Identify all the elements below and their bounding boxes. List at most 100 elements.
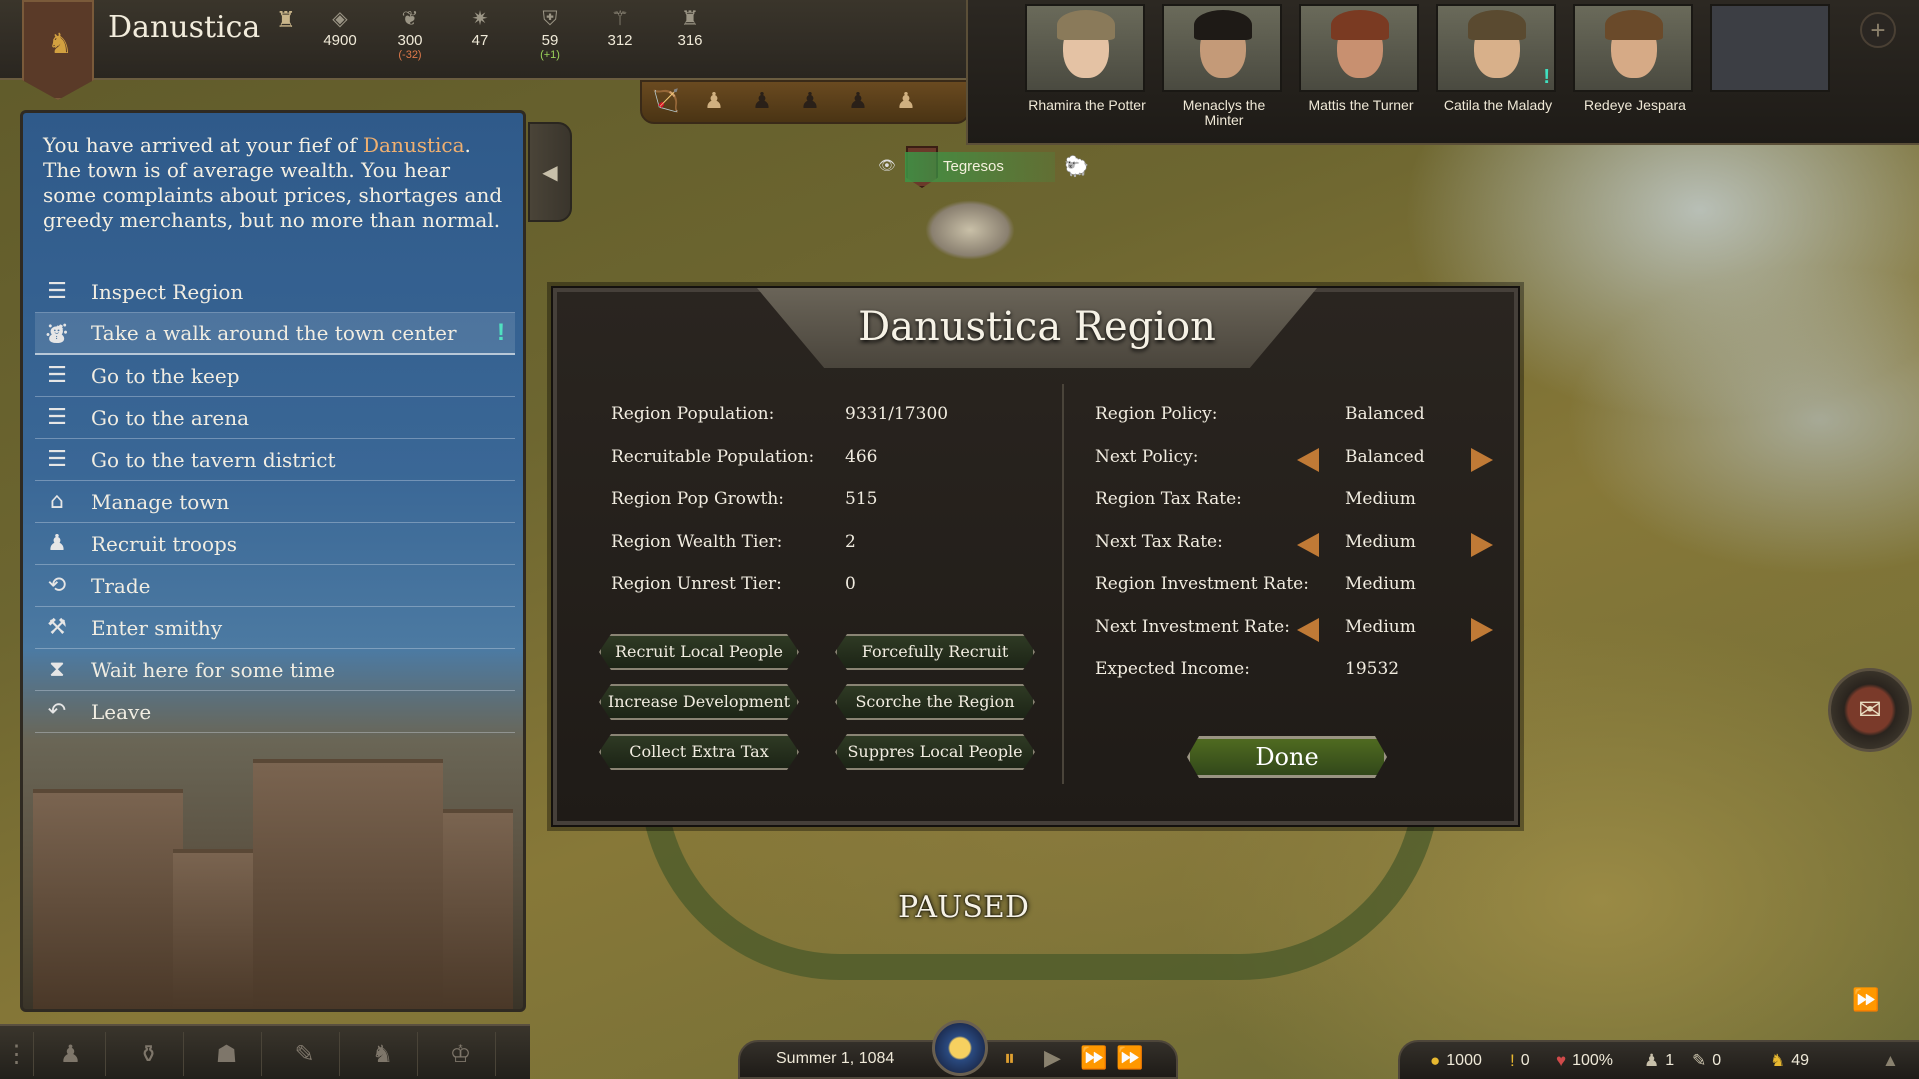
- hourglass-icon: ⧗: [49, 657, 65, 682]
- trade-icon: ⟲: [47, 573, 67, 598]
- notable-name: Rhamira the Potter: [1028, 97, 1146, 113]
- menu-item[interactable]: ☰ Go to the tavern district: [35, 439, 515, 481]
- resource-delta: (+1): [540, 49, 560, 61]
- menu-description: You have arrived at your fief of Danusti…: [43, 133, 503, 232]
- castle-icon: ♜: [276, 8, 296, 33]
- action-button[interactable]: Collect Extra Tax: [599, 734, 799, 770]
- resource-militia: ⚚ 312: [590, 4, 650, 49]
- sun-dial-icon: [932, 1020, 988, 1076]
- top-bar: ♞ Danustica ♜ ◈ 4900 ❦ 300 (-32) ✷ 47 ⛨ 59 (+1) ⚚ 3…: [0, 0, 966, 100]
- town-illustration: [23, 719, 523, 1009]
- resource-garrison: ♜ 316: [660, 4, 720, 49]
- bottom-nav-bar: ⋮ ♟ ⚱ ☗ ✎ ♞ ♔: [0, 1024, 530, 1079]
- action-button[interactable]: Forcefully Recruit Locals: [835, 634, 1035, 670]
- map-town-tegresos[interactable]: [925, 200, 1015, 260]
- more-options-icon[interactable]: ⋮: [0, 1032, 34, 1076]
- stat-label: Region Population:: [611, 404, 775, 424]
- arrow-left-icon[interactable]: [1297, 532, 1319, 557]
- companion-icon[interactable]: ♟: [690, 82, 738, 122]
- food-icon: ✎: [1692, 1051, 1707, 1070]
- arrow-right-icon[interactable]: [1471, 532, 1493, 557]
- archer-icon[interactable]: 🏹: [642, 82, 690, 122]
- action-button[interactable]: Recruit Local People: [599, 634, 799, 670]
- menu-item[interactable]: ☰ Inspect Region: [35, 271, 515, 313]
- notable-card[interactable]: Menaclys the Minter: [1162, 4, 1286, 134]
- quest-alert-icon: !: [497, 319, 505, 346]
- clan-icon[interactable]: ♞: [348, 1032, 418, 1076]
- fast-forward-corner-icon[interactable]: ⏩: [1852, 988, 1912, 1028]
- notable-portrait[interactable]: [1573, 4, 1693, 92]
- notable-portrait[interactable]: [1162, 4, 1282, 92]
- arrow-right-icon[interactable]: [1471, 447, 1493, 472]
- character-icon[interactable]: ♟: [36, 1032, 106, 1076]
- stat-value: 2: [845, 531, 856, 552]
- policy-value: 19532: [1345, 659, 1400, 679]
- fast-forward-icon[interactable]: ⏩: [1080, 1046, 1107, 1071]
- party-size-value: 49: [1791, 1052, 1810, 1069]
- resource-security: ⛨ 59 (+1): [520, 4, 580, 61]
- food-icon: ❦: [401, 6, 419, 30]
- done-button[interactable]: Done: [1187, 736, 1387, 778]
- menu-item[interactable]: ☰ Go to the arena: [35, 397, 515, 439]
- notable-card[interactable]: Redeye Jespara: [1573, 4, 1697, 134]
- walk-icon: ⛇: [45, 323, 68, 348]
- expand-arrow-icon[interactable]: ▲: [1882, 1051, 1899, 1071]
- notable-portrait[interactable]: [1299, 4, 1419, 92]
- lion-emblem-icon: ♞: [47, 27, 73, 60]
- collapse-menu-button[interactable]: ◀: [528, 122, 572, 222]
- fastest-forward-icon[interactable]: ⏩: [1116, 1046, 1143, 1071]
- hair: [1605, 10, 1663, 40]
- sheep-icon: 🐑: [1064, 154, 1089, 178]
- menu-item[interactable]: ⟲ Trade: [35, 565, 515, 607]
- arrow-left-icon[interactable]: [1297, 617, 1319, 642]
- hair: [1468, 10, 1526, 40]
- arrow-left-icon[interactable]: [1297, 447, 1319, 472]
- settlement-link[interactable]: Danustica: [363, 133, 465, 157]
- menu-item[interactable]: ⌂ Manage town: [35, 481, 515, 523]
- manage-town-icon: ⌂: [50, 489, 64, 514]
- menu-item-label: Enter smithy: [91, 615, 223, 640]
- map-settlement-label[interactable]: Tegresos: [905, 152, 1055, 182]
- resource-loyalty: ✷ 47: [450, 4, 510, 49]
- action-button[interactable]: Scorche the Region: [835, 684, 1035, 720]
- menu-item-label: Take a walk around the town center: [91, 321, 457, 345]
- policy-label: Region Investment Rate:: [1095, 574, 1309, 594]
- action-button[interactable]: Increase Development: [599, 684, 799, 720]
- menu-item[interactable]: ⚒ Enter smithy: [35, 607, 515, 649]
- stat-label: Region Wealth Tier:: [611, 531, 783, 552]
- play-icon[interactable]: ▶: [1044, 1046, 1061, 1071]
- menu-item[interactable]: ↶ Leave: [35, 691, 515, 733]
- notable-card[interactable]: Rhamira the Potter: [1025, 4, 1149, 134]
- quests-icon[interactable]: ✎: [270, 1032, 340, 1076]
- party-icon[interactable]: ☗: [192, 1032, 262, 1076]
- clan-banner[interactable]: ♞: [22, 0, 94, 100]
- quest-scroll-button[interactable]: ✉: [1828, 668, 1912, 752]
- eye-icon[interactable]: 👁: [878, 158, 896, 174]
- notable-card[interactable]: Catila the Malady!: [1436, 4, 1560, 134]
- plus-icon[interactable]: +: [1860, 12, 1896, 48]
- notable-portrait[interactable]: [1025, 4, 1145, 92]
- menu-list-icon: ☰: [47, 363, 67, 388]
- hero-icon[interactable]: ♟: [882, 82, 930, 122]
- resource-food: ❦ 300 (-32): [380, 4, 440, 61]
- menu-item[interactable]: ⛇ Take a walk around the town center!: [35, 313, 515, 355]
- notable-name: Menaclys the Minter: [1182, 97, 1266, 128]
- dialog-title: Danustica Region: [858, 304, 1216, 350]
- menu-item[interactable]: ♟ Recruit troops: [35, 523, 515, 565]
- empty-slot-icon: ♟: [752, 89, 772, 114]
- inventory-icon[interactable]: ⚱: [114, 1032, 184, 1076]
- menu-options: ☰ Inspect Region ⛇ Take a walk around the t…: [35, 271, 515, 733]
- menu-item-label: Manage town: [91, 489, 230, 514]
- menu-item[interactable]: ⧗ Wait here for some time: [35, 649, 515, 691]
- notable-card[interactable]: Mattis the Turner: [1299, 4, 1423, 134]
- notable-portrait[interactable]: [1436, 4, 1556, 92]
- action-button[interactable]: Suppres Local People: [835, 734, 1035, 770]
- kingdom-icon[interactable]: ♔: [426, 1032, 496, 1076]
- menu-item[interactable]: ☰ Go to the keep: [35, 355, 515, 397]
- party-size-icon: ♞: [1770, 1051, 1786, 1070]
- resource-value: 316: [677, 32, 703, 49]
- arrow-right-icon[interactable]: [1471, 617, 1493, 642]
- pause-icon[interactable]: ⏸: [1004, 1046, 1015, 1071]
- stat-label: Recruitable Population:: [611, 446, 815, 467]
- resource-value: 4900: [323, 32, 357, 49]
